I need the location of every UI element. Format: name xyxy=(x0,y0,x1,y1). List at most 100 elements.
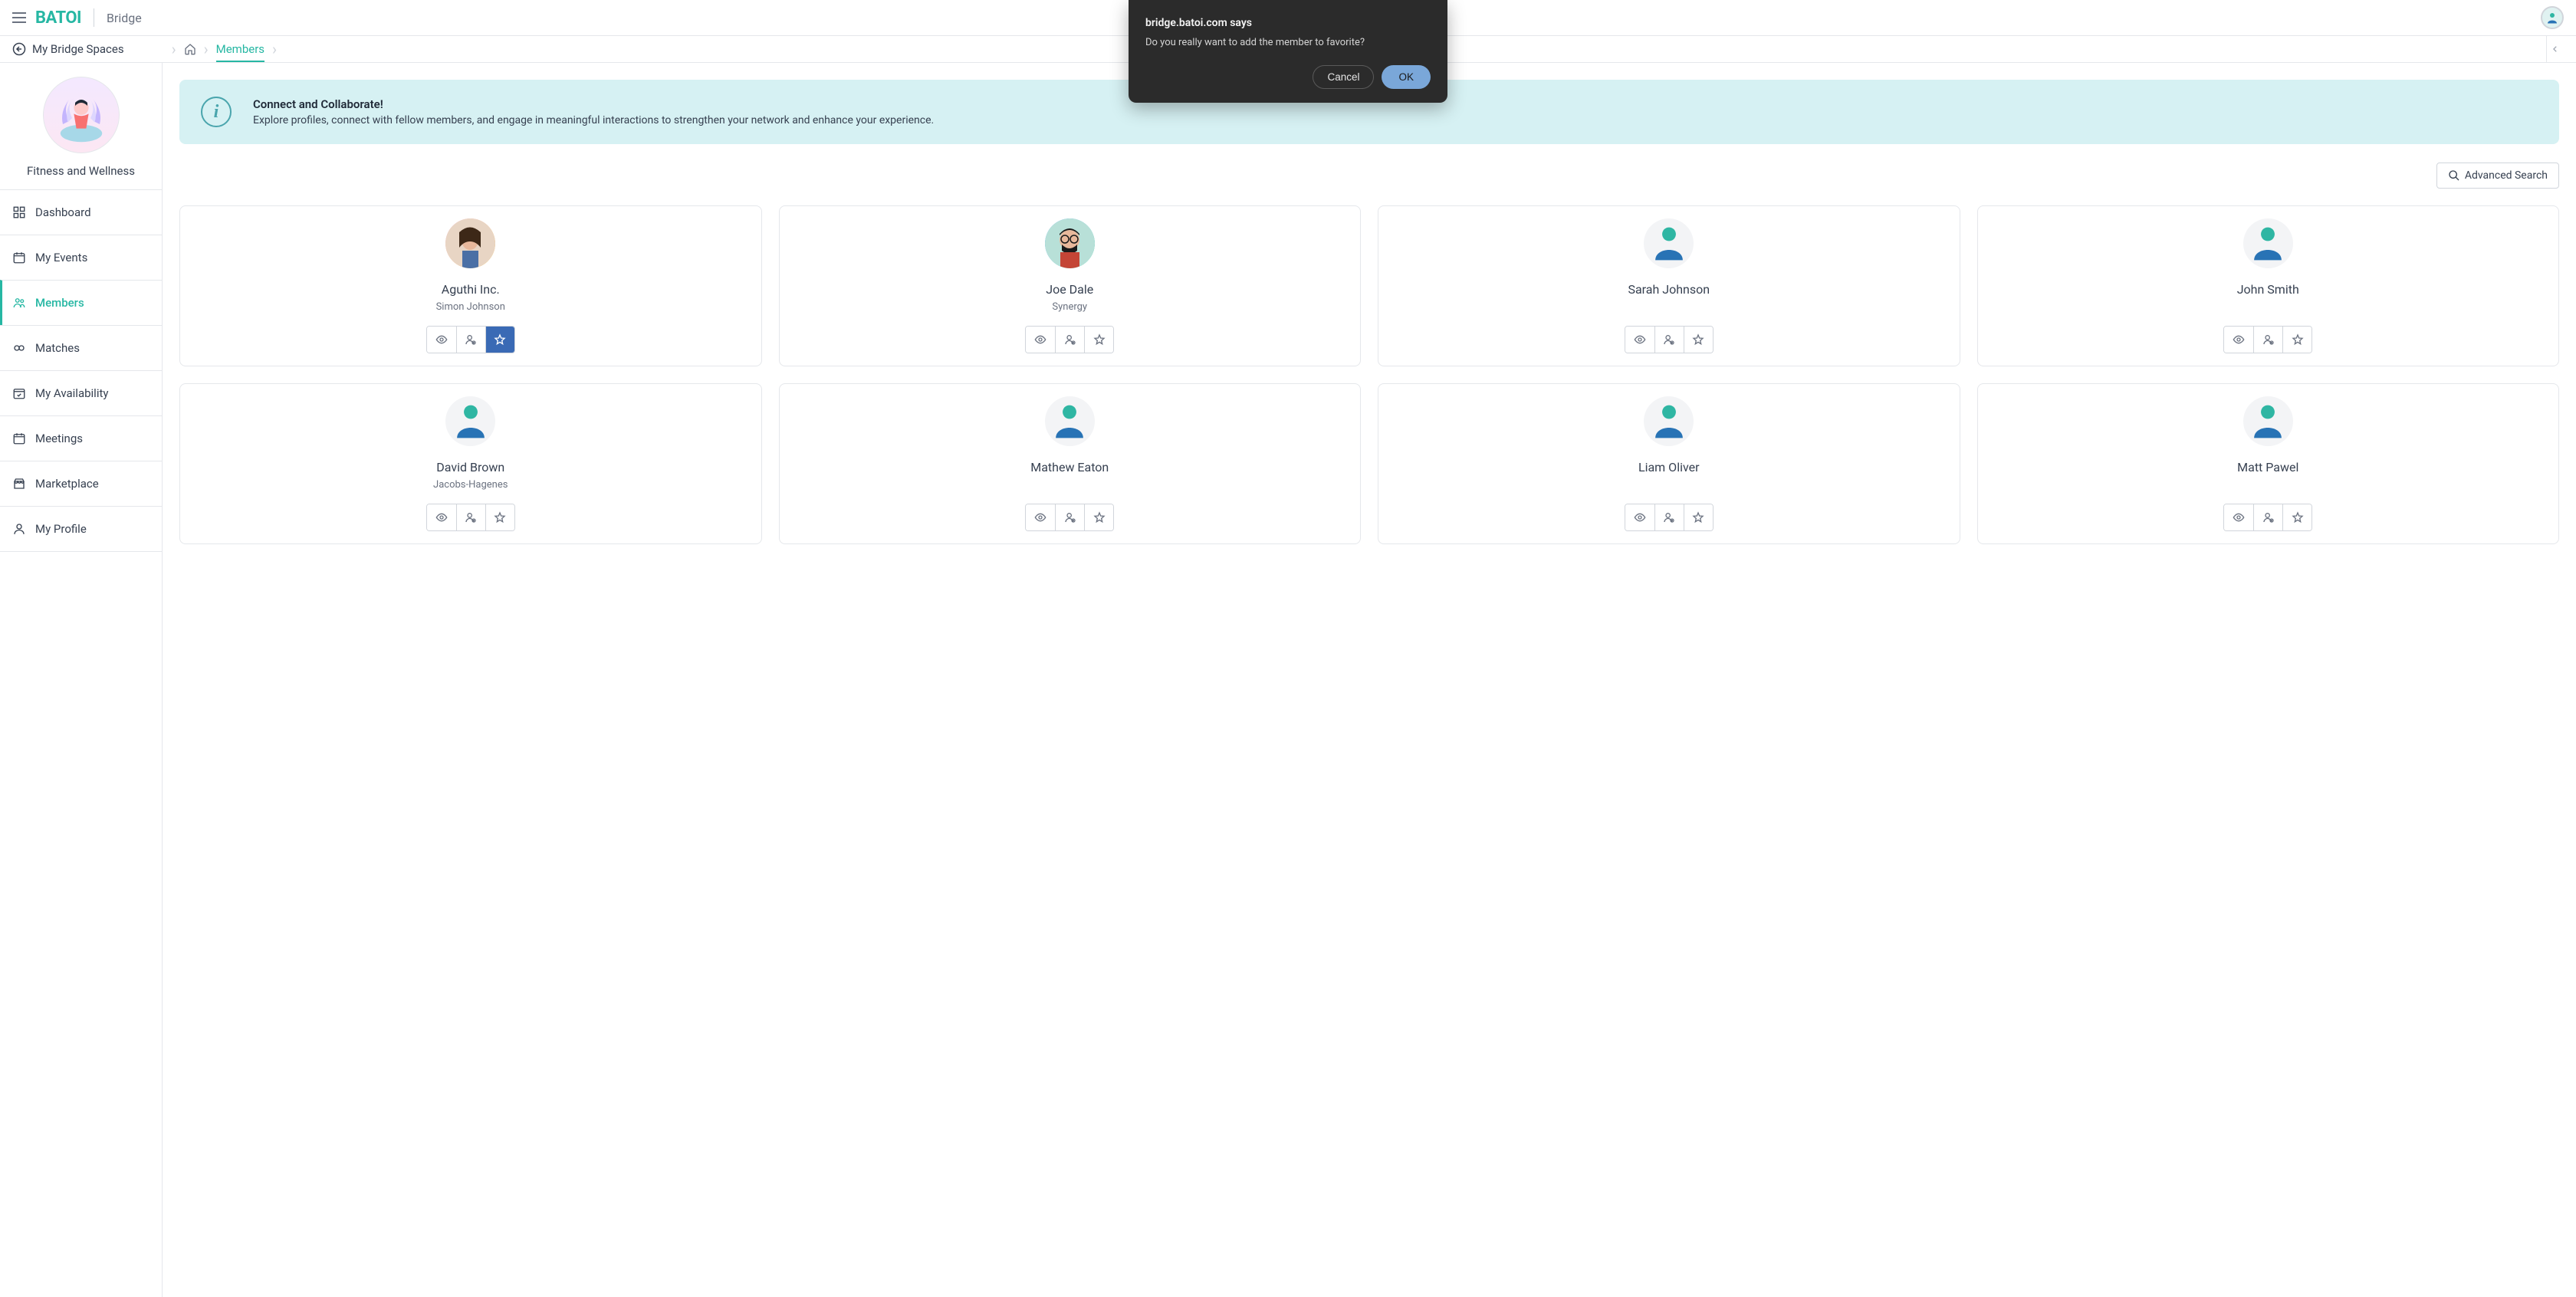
member-actions xyxy=(1025,326,1114,353)
star-icon xyxy=(1692,511,1704,524)
subheader-left: My Bridge Spaces › › Members › xyxy=(12,40,284,58)
menu-toggle-button[interactable] xyxy=(12,12,26,23)
eye-icon xyxy=(1034,511,1046,524)
sidebar-item-label: Dashboard xyxy=(35,205,91,219)
breadcrumb-sep-icon: › xyxy=(172,40,176,58)
sidebar-item-my-availability[interactable]: My Availability xyxy=(0,370,162,415)
chevron-left-icon xyxy=(2551,45,2559,53)
brand-logo[interactable]: BATOI Bridge xyxy=(35,8,142,28)
sidebar-item-marketplace[interactable]: Marketplace xyxy=(0,461,162,506)
member-avatar xyxy=(1045,218,1095,268)
favorite-member-button[interactable] xyxy=(1084,327,1113,353)
dialog-ok-button[interactable]: OK xyxy=(1382,65,1431,89)
breadcrumb-home-button[interactable] xyxy=(184,43,196,55)
person-icon xyxy=(1650,402,1688,441)
calendar-icon xyxy=(12,251,26,264)
sidebar-item-dashboard[interactable]: Dashboard xyxy=(0,189,162,235)
member-org: Simon Johnson xyxy=(436,301,505,313)
member-actions xyxy=(426,326,515,353)
star-icon xyxy=(2292,511,2304,524)
member-card: Matt Pawel xyxy=(1977,383,2560,544)
sidebar-item-label: My Profile xyxy=(35,522,87,536)
favorite-member-button[interactable] xyxy=(485,504,514,530)
connect-member-button[interactable] xyxy=(1055,504,1084,530)
favorite-member-button[interactable] xyxy=(2282,504,2312,530)
connect-member-button[interactable] xyxy=(456,327,485,353)
connect-member-button[interactable] xyxy=(1055,327,1084,353)
members-icon xyxy=(12,296,26,310)
view-member-button[interactable] xyxy=(427,504,456,530)
header-left: BATOI Bridge xyxy=(12,8,142,28)
view-member-button[interactable] xyxy=(427,327,456,353)
connect-member-button[interactable] xyxy=(2253,327,2282,353)
member-avatar xyxy=(445,396,495,446)
favorite-member-button[interactable] xyxy=(1084,504,1113,530)
favorite-member-button[interactable] xyxy=(1684,504,1713,530)
confirm-dialog: bridge.batoi.com says Do you really want… xyxy=(1129,0,1447,103)
arrow-left-circle-icon xyxy=(12,42,26,56)
space-name: Fitness and Wellness xyxy=(27,164,135,178)
view-member-button[interactable] xyxy=(1026,327,1055,353)
advanced-search-label: Advanced Search xyxy=(2465,169,2548,182)
connect-member-button[interactable] xyxy=(456,504,485,530)
view-member-button[interactable] xyxy=(1625,327,1654,353)
sidebar-item-label: Members xyxy=(35,296,84,310)
member-actions xyxy=(426,504,515,531)
member-name: Joe Dale xyxy=(1046,282,1093,297)
eye-icon xyxy=(1634,511,1646,524)
nav-list: Dashboard My Events Members Matches My Avail… xyxy=(0,189,162,552)
member-card: Sarah Johnson xyxy=(1378,205,1960,366)
member-avatar xyxy=(1045,396,1095,446)
view-member-button[interactable] xyxy=(2224,327,2253,353)
home-icon xyxy=(184,43,196,55)
member-org: Synergy xyxy=(1052,301,1087,313)
favorite-member-button[interactable] xyxy=(2282,327,2312,353)
view-member-button[interactable] xyxy=(2224,504,2253,530)
member-name: John Smith xyxy=(2237,282,2299,297)
user-avatar-button[interactable] xyxy=(2541,6,2564,29)
connect-member-button[interactable] xyxy=(1654,504,1684,530)
dialog-cancel-button[interactable]: Cancel xyxy=(1313,65,1374,89)
space-avatar xyxy=(43,77,120,153)
member-name: Liam Oliver xyxy=(1638,460,1700,474)
person-icon xyxy=(452,402,490,441)
sidebar-item-label: My Events xyxy=(35,251,87,264)
eye-icon xyxy=(2233,333,2245,346)
profile-icon xyxy=(12,522,26,536)
member-card: David BrownJacobs-Hagenes xyxy=(179,383,762,544)
info-text-block: Connect and Collaborate! Explore profile… xyxy=(253,97,934,126)
search-icon xyxy=(2448,169,2460,182)
connect-member-button[interactable] xyxy=(1654,327,1684,353)
breadcrumb-current[interactable]: Members xyxy=(216,42,264,62)
right-panel-toggle[interactable] xyxy=(2546,36,2564,62)
user-plus-icon xyxy=(2262,333,2275,346)
member-grid: Aguthi Inc.Simon Johnson Joe Dale Synergy S… xyxy=(179,205,2559,544)
sidebar-item-my-events[interactable]: My Events xyxy=(0,235,162,280)
sidebar-item-matches[interactable]: Matches xyxy=(0,325,162,370)
sidebar-item-my-profile[interactable]: My Profile xyxy=(0,506,162,552)
person-icon xyxy=(1050,402,1089,441)
user-plus-icon xyxy=(1663,511,1675,524)
meetings-icon xyxy=(12,432,26,445)
sidebar-item-meetings[interactable]: Meetings xyxy=(0,415,162,461)
favorite-member-button[interactable] xyxy=(1684,327,1713,353)
eye-icon xyxy=(2233,511,2245,524)
connect-member-button[interactable] xyxy=(2253,504,2282,530)
user-plus-icon xyxy=(1064,511,1076,524)
star-icon xyxy=(1093,333,1106,346)
view-member-button[interactable] xyxy=(1026,504,1055,530)
favorite-member-button[interactable] xyxy=(485,327,514,353)
view-member-button[interactable] xyxy=(1625,504,1654,530)
sidebar-item-label: Meetings xyxy=(35,432,83,445)
member-name: Sarah Johnson xyxy=(1628,282,1710,297)
member-actions xyxy=(2223,326,2312,353)
member-avatar xyxy=(445,218,495,268)
back-to-spaces-link[interactable]: My Bridge Spaces xyxy=(12,42,124,56)
member-card: Aguthi Inc.Simon Johnson xyxy=(179,205,762,366)
advanced-search-button[interactable]: Advanced Search xyxy=(2436,163,2559,189)
sidebar-item-members[interactable]: Members xyxy=(0,280,162,325)
back-label: My Bridge Spaces xyxy=(32,42,124,56)
sidebar-item-label: Matches xyxy=(35,341,80,355)
matches-icon xyxy=(12,341,26,355)
eye-icon xyxy=(435,511,448,524)
